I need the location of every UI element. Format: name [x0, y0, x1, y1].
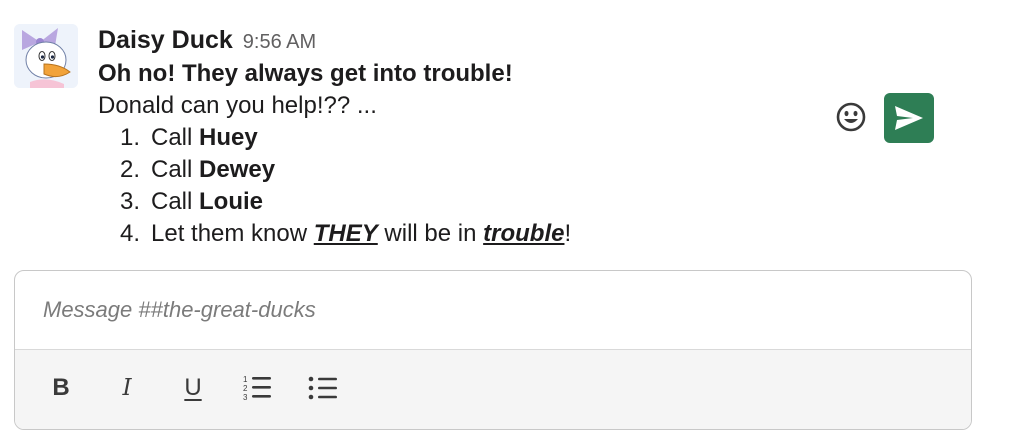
avatar[interactable] — [14, 24, 78, 88]
list-item-text: Call — [151, 156, 200, 183]
list-item-text-middle: will be in — [377, 220, 484, 247]
list-item-number: 3. — [120, 188, 141, 215]
list-item: 4. Let them know THEY will be in trouble! — [120, 218, 571, 250]
italic-icon: I — [122, 375, 132, 401]
svg-text:3: 3 — [243, 393, 248, 402]
message-timestamp[interactable]: 9:56 AM — [243, 31, 316, 54]
list-item-bold-name: Dewey — [199, 156, 276, 183]
list-item: 3. Call Louie — [120, 186, 571, 218]
list-item-emphasis: THEY — [313, 220, 378, 247]
list-item-number: 1. — [120, 124, 141, 151]
svg-text:1: 1 — [243, 375, 248, 384]
send-button[interactable] — [884, 93, 934, 143]
list-item-bold-name: Louie — [199, 188, 264, 215]
send-icon — [895, 106, 923, 130]
message-composer: B I U 1 2 3 — [14, 270, 972, 430]
ordered-list-icon: 1 2 3 — [243, 375, 271, 402]
message-body: Daisy Duck 9:56 AM Oh no! They always ge… — [98, 26, 571, 250]
chat-message: Daisy Duck 9:56 AM Oh no! They always ge… — [14, 24, 994, 250]
list-item-text-suffix: ! — [564, 220, 572, 247]
ordered-list-button[interactable]: 1 2 3 — [239, 370, 275, 406]
bullet-list-button[interactable] — [305, 370, 341, 406]
italic-button[interactable]: I — [109, 370, 145, 406]
message-headline: Oh no! They always get into trouble! — [98, 60, 513, 87]
svg-text:2: 2 — [243, 384, 248, 393]
formatting-toolbar: B I U 1 2 3 — [15, 350, 971, 429]
list-item: 1. Call Huey — [120, 122, 571, 154]
bold-icon: B — [52, 374, 70, 401]
list-item-text: Call — [151, 188, 200, 215]
composer-input-area — [15, 271, 971, 350]
list-item: 2. Call Dewey — [120, 154, 571, 186]
emoji-button[interactable] — [834, 100, 868, 134]
list-item-text: Let them know — [151, 220, 314, 247]
list-item-emphasis: trouble — [483, 220, 565, 247]
list-item-number: 4. — [120, 220, 141, 247]
bold-button[interactable]: B — [43, 370, 79, 406]
list-item-number: 2. — [120, 156, 141, 183]
author-name[interactable]: Daisy Duck — [98, 26, 233, 55]
underline-button[interactable]: U — [175, 370, 211, 406]
list-item-bold-name: Huey — [199, 124, 258, 151]
smiley-icon — [836, 102, 866, 132]
numbered-list: 1. Call Huey 2. Call Dewey 3. Call Louie 4.… — [98, 122, 571, 250]
message-input[interactable] — [41, 293, 945, 327]
daisy-duck-avatar-image — [14, 24, 78, 88]
list-item-text: Call — [151, 124, 200, 151]
message-header: Daisy Duck 9:56 AM — [98, 26, 571, 58]
underline-icon: U — [184, 374, 202, 401]
message-intro: Donald can you help!?? ... — [98, 92, 377, 119]
bullet-list-icon — [308, 376, 337, 400]
